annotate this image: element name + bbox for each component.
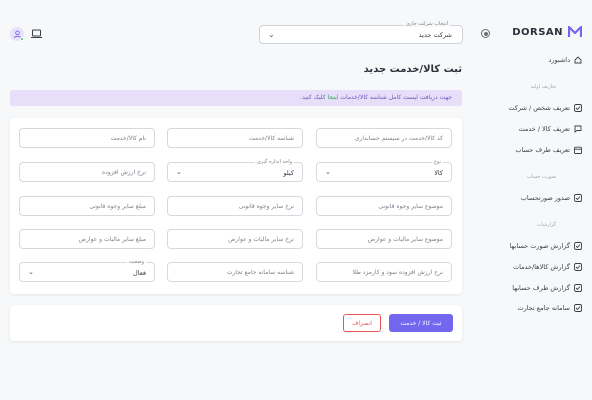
company-select-legend: انتخاب شرکت جاری — [403, 21, 450, 27]
sidebar-item-counterparty[interactable]: تعریف طرف حساب — [515, 146, 582, 154]
calendar-icon — [574, 146, 582, 154]
cancel-button[interactable]: انصراف — [343, 314, 381, 332]
field-placeholder: نام کالا/خدمت — [110, 135, 146, 142]
check-square-icon — [574, 242, 582, 250]
field-placeholder: موضوع سایر وجوه قانونی — [378, 203, 443, 210]
other-tax-subject-input[interactable]: موضوع سایر مالیات و عوارض — [316, 229, 452, 249]
top-bar: DORSAN انتخاب شرکت جاری شرکت جدید ⌄ — [0, 0, 592, 48]
other-tax-amount-input[interactable]: مبلغ سایر مالیات و عوارض — [19, 229, 155, 249]
company-select[interactable]: انتخاب شرکت جاری شرکت جدید ⌄ — [259, 21, 463, 44]
unit-select[interactable]: واحد اندازه گیری کیلو ⌄ — [167, 159, 303, 182]
chat-icon — [574, 125, 582, 133]
sidebar-item-label: سامانه جامع تجارت — [517, 304, 571, 312]
field-placeholder: کد کالا/خدمت در سیستم حسابداری — [354, 135, 443, 142]
sidebar-section-header: تعاریف اولیه — [530, 84, 556, 90]
field-value: کالا — [434, 169, 443, 177]
gold-vat-rate-input[interactable]: نرخ ارزش افزوده سود و کارمزد طلا — [316, 262, 452, 282]
sidebar-toggle-icon[interactable] — [481, 29, 490, 38]
check-square-icon — [574, 104, 582, 112]
sidebar-item-goods-service[interactable]: تعریف کالا / خدمت — [518, 125, 582, 133]
item-name-input[interactable]: نام کالا/خدمت — [19, 128, 155, 148]
chevron-down-icon: ⌄ — [268, 30, 275, 39]
field-legend: نوع — [432, 159, 443, 165]
field-placeholder: نرخ سایر وجوه قانونی — [238, 203, 294, 210]
field-placeholder: شناسه کالا/خدمت — [249, 135, 294, 142]
type-select[interactable]: نوع کالا ⌄ — [316, 159, 452, 182]
brand-logo-icon — [568, 26, 582, 37]
item-id-input[interactable]: شناسه کالا/خدمت — [167, 128, 303, 148]
sidebar-item-label: گزارش کالاها/خدمات — [512, 263, 570, 271]
home-icon — [574, 56, 582, 64]
other-legal-fund-amount-input[interactable]: مبلغ سایر وجوه قانونی — [19, 196, 155, 216]
info-alert-message: جهت دریافت لیست کامل شناسه کالا/خدمات — [340, 94, 452, 101]
field-placeholder: موضوع سایر مالیات و عوارض — [367, 236, 443, 243]
other-tax-rate-input[interactable]: نرخ سایر مالیات و عوارض — [167, 229, 303, 249]
brand-name: DORSAN — [512, 26, 563, 38]
field-placeholder: نرخ ارزش افزوده سود و کارمزد طلا — [352, 269, 443, 276]
check-square-icon — [574, 304, 582, 312]
sidebar-item-goods-report[interactable]: گزارش کالاها/خدمات — [513, 263, 582, 271]
check-square-icon — [574, 263, 582, 271]
sidebar-item-invoice-report[interactable]: گزارش صورت حسابها — [510, 242, 582, 250]
brand[interactable]: DORSAN — [512, 26, 582, 38]
field-value: فعال — [133, 269, 146, 277]
form-actions: ثبت کالا / خدمت انصراف — [10, 305, 462, 341]
sidebar-item-label: تعریف کالا / خدمت — [518, 125, 570, 133]
field-placeholder: مبلغ سایر مالیات و عوارض — [78, 236, 146, 243]
chevron-down-icon: ⌄ — [176, 168, 182, 176]
chevron-down-icon: ⌄ — [325, 168, 331, 176]
sidebar-item-label: گزارش صورت حسابها — [509, 242, 570, 250]
sidebar-item-person-company[interactable]: تعریف شخص / شرکت — [508, 104, 582, 112]
field-legend: واحد اندازه گیری — [254, 159, 294, 165]
sidebar-item-label: تعریف شخص / شرکت — [508, 104, 570, 112]
sidebar-item-dashboard[interactable]: داشبورد — [549, 56, 583, 64]
info-alert-text: جهت دریافت لیست کامل شناسه کالا/خدمات ای… — [300, 94, 452, 101]
check-square-icon — [574, 194, 582, 202]
other-legal-fund-subject-input[interactable]: موضوع سایر وجوه قانونی — [316, 196, 452, 216]
avatar[interactable] — [10, 27, 24, 41]
laptop-icon[interactable] — [31, 29, 42, 39]
submit-item-button[interactable]: ثبت کالا / خدمت — [389, 314, 453, 332]
field-placeholder: نرخ سایر مالیات و عوارض — [228, 236, 294, 243]
check-square-icon — [574, 284, 582, 292]
chevron-down-icon: ⌄ — [28, 268, 34, 276]
item-form: کد کالا/خدمت در سیستم حسابداری شناسه کال… — [10, 118, 462, 294]
trade-system-id-input[interactable]: شناسه سامانه جامع تجارت — [167, 262, 303, 282]
field-placeholder: مبلغ سایر وجوه قانونی — [89, 203, 146, 210]
accounting-code-input[interactable]: کد کالا/خدمت در سیستم حسابداری — [316, 128, 452, 148]
sidebar-item-issue-invoice[interactable]: صدور صورتحساب — [521, 194, 582, 202]
info-alert-suffix: کلیک کنید. — [300, 94, 326, 101]
sidebar-section-header: گزارشات — [536, 222, 556, 228]
field-value: کیلو — [283, 169, 294, 177]
sidebar-section-header: صورت حساب — [526, 174, 556, 180]
sidebar-item-label: گزارش طرف حسابها — [512, 284, 570, 292]
info-alert: جهت دریافت لیست کامل شناسه کالا/خدمات ای… — [10, 90, 462, 106]
info-alert-link[interactable]: اینجا — [328, 94, 339, 101]
field-placeholder: نرخ ارزش افزوده — [101, 169, 146, 176]
sidebar-item-counterparty-report[interactable]: گزارش طرف حسابها — [512, 284, 582, 292]
company-select-value: شرکت جدید — [418, 31, 452, 39]
sidebar-item-label: داشبورد — [548, 56, 571, 64]
sidebar-item-label: تعریف طرف حساب — [515, 146, 570, 154]
field-placeholder: شناسه سامانه جامع تجارت — [226, 269, 294, 276]
vat-rate-input[interactable]: نرخ ارزش افزوده — [19, 162, 155, 182]
online-status-dot — [20, 37, 24, 41]
sidebar-item-label: صدور صورتحساب — [520, 194, 570, 202]
other-legal-fund-rate-input[interactable]: نرخ سایر وجوه قانونی — [167, 196, 303, 216]
status-select[interactable]: وضعیت فعال ⌄ — [19, 259, 155, 282]
page-title: ثبت کالا/خدمت جدید — [363, 64, 462, 75]
sidebar-item-trade-system[interactable]: سامانه جامع تجارت — [518, 304, 583, 312]
field-legend: وضعیت — [126, 259, 146, 265]
sidebar: داشبورد تعاریف اولیه تعریف شخص / شرکت تع… — [482, 48, 592, 400]
